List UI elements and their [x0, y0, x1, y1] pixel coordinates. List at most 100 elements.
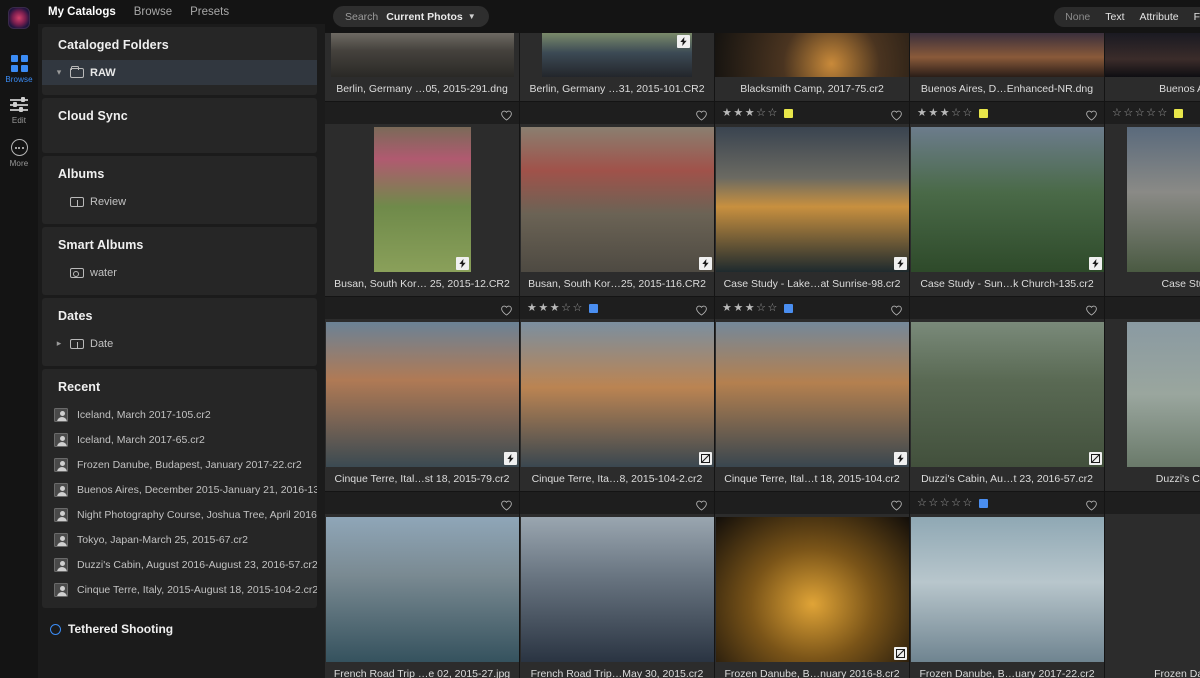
- tab-presets[interactable]: Presets: [190, 6, 229, 18]
- star-1[interactable]: ★: [722, 303, 732, 314]
- color-label-swatch[interactable]: [1174, 109, 1183, 118]
- star-1[interactable]: ★: [527, 303, 537, 314]
- star-2[interactable]: ☆: [1123, 108, 1133, 119]
- chevron-right-icon[interactable]: ▸: [54, 338, 64, 349]
- star-rating[interactable]: ★★★☆☆: [722, 303, 778, 314]
- star-4[interactable]: ☆: [756, 108, 766, 119]
- sidebar-item-water[interactable]: water: [42, 260, 317, 285]
- filter-faces[interactable]: Faces: [1194, 11, 1200, 23]
- recent-item[interactable]: Iceland, March 2017-65.cr2: [42, 427, 317, 452]
- star-rating[interactable]: ★★★☆☆: [722, 108, 778, 119]
- photo-thumbnail[interactable]: [910, 33, 1104, 77]
- photo-cell[interactable]: Berlin, Germany …31, 2015-101.CR2: [520, 33, 715, 124]
- photo-thumbnail[interactable]: [715, 319, 909, 467]
- photo-cell[interactable]: French Road Trip …e 02, 2015-27.jpg: [325, 514, 520, 678]
- recent-item[interactable]: Night Photography Course, Joshua Tree, A…: [42, 502, 317, 527]
- photo-cell[interactable]: Duzzi's Cabin, Au…: [1105, 319, 1200, 514]
- recent-item[interactable]: Iceland, March 2017-105.cr2: [42, 402, 317, 427]
- sidebar-item-date[interactable]: ▸ Date: [42, 331, 317, 356]
- color-label-swatch[interactable]: [784, 304, 793, 313]
- photo-thumbnail[interactable]: [325, 124, 519, 272]
- star-rating[interactable]: ★★★☆☆: [527, 303, 583, 314]
- star-1[interactable]: ☆: [917, 498, 927, 509]
- star-3[interactable]: ☆: [1135, 108, 1145, 119]
- color-label-swatch[interactable]: [589, 304, 598, 313]
- star-4[interactable]: ☆: [951, 498, 961, 509]
- favorite-heart-icon[interactable]: [891, 303, 902, 314]
- photo-cell[interactable]: Berlin, Germany …05, 2015-291.dng: [325, 33, 520, 124]
- photo-thumbnail[interactable]: [715, 124, 909, 272]
- sidebar-item-raw[interactable]: ▾ RAW: [42, 60, 317, 85]
- color-label-swatch[interactable]: [784, 109, 793, 118]
- chevron-down-icon[interactable]: ▾: [54, 67, 64, 78]
- favorite-heart-icon[interactable]: [501, 303, 512, 314]
- photo-thumbnail[interactable]: [715, 33, 909, 77]
- photo-cell[interactable]: Cinque Terre, Ita…8, 2015-104-2.cr2: [520, 319, 715, 514]
- photo-cell[interactable]: Busan, South Kor… 25, 2015-12.CR2: [325, 124, 520, 319]
- rail-item-edit[interactable]: Edit: [0, 98, 38, 125]
- photo-thumbnail[interactable]: [910, 319, 1104, 467]
- star-3[interactable]: ★: [745, 108, 755, 119]
- sidebar-item-review[interactable]: Review: [42, 189, 317, 214]
- photo-thumbnail[interactable]: [910, 124, 1104, 272]
- star-1[interactable]: ☆: [1112, 108, 1122, 119]
- star-5[interactable]: ☆: [768, 108, 778, 119]
- filter-none[interactable]: None: [1065, 11, 1090, 23]
- tab-browse[interactable]: Browse: [134, 6, 172, 18]
- star-4[interactable]: ☆: [756, 303, 766, 314]
- recent-item[interactable]: Frozen Danube, Budapest, January 2017-22…: [42, 452, 317, 477]
- star-5[interactable]: ☆: [1158, 108, 1168, 119]
- star-5[interactable]: ☆: [963, 108, 973, 119]
- favorite-heart-icon[interactable]: [1086, 498, 1097, 509]
- photo-thumbnail[interactable]: [520, 33, 714, 77]
- rail-item-more[interactable]: More: [0, 139, 38, 168]
- photo-cell[interactable]: Cinque Terre, Ital…t 18, 2015-104.cr2: [715, 319, 910, 514]
- photo-thumbnail[interactable]: [1105, 319, 1200, 467]
- star-5[interactable]: ☆: [573, 303, 583, 314]
- photo-cell[interactable]: Frozen Danube, B…: [1105, 514, 1200, 678]
- photo-thumbnail[interactable]: [325, 319, 519, 467]
- star-1[interactable]: ★: [722, 108, 732, 119]
- star-2[interactable]: ★: [733, 303, 743, 314]
- search-scope-value[interactable]: Current Photos: [386, 11, 462, 23]
- photo-cell[interactable]: Frozen Danube, B…nuary 2016-8.cr2: [715, 514, 910, 678]
- search-bar[interactable]: Search Current Photos ▼: [333, 6, 489, 27]
- recent-item[interactable]: Tokyo, Japan-March 25, 2015-67.cr2: [42, 527, 317, 552]
- photo-cell[interactable]: Case Study - V…: [1105, 124, 1200, 319]
- photo-cell[interactable]: Blacksmith Camp, 2017-75.cr2★★★☆☆: [715, 33, 910, 124]
- star-3[interactable]: ☆: [940, 498, 950, 509]
- photo-thumbnail[interactable]: [1105, 514, 1200, 662]
- star-rating[interactable]: ☆☆☆☆☆: [917, 498, 973, 509]
- filter-text[interactable]: Text: [1105, 11, 1124, 23]
- star-3[interactable]: ★: [550, 303, 560, 314]
- star-5[interactable]: ☆: [963, 498, 973, 509]
- recent-item[interactable]: Buenos Aires, December 2015-January 21, …: [42, 477, 317, 502]
- star-2[interactable]: ★: [538, 303, 548, 314]
- photo-thumbnail[interactable]: [1105, 124, 1200, 272]
- star-rating[interactable]: ☆☆☆☆☆: [1112, 108, 1168, 119]
- photo-thumbnail[interactable]: [325, 33, 519, 77]
- photo-cell[interactable]: Duzzi's Cabin, Au…t 23, 2016-57.cr2☆☆☆☆☆: [910, 319, 1105, 514]
- photo-thumbnail[interactable]: [325, 514, 519, 662]
- photo-cell[interactable]: Cinque Terre, Ital…st 18, 2015-79.cr2: [325, 319, 520, 514]
- recent-item[interactable]: Duzzi's Cabin, August 2016-August 23, 20…: [42, 552, 317, 577]
- photo-thumbnail[interactable]: [1105, 33, 1200, 77]
- favorite-heart-icon[interactable]: [891, 498, 902, 509]
- favorite-heart-icon[interactable]: [1086, 108, 1097, 119]
- star-4[interactable]: ☆: [951, 108, 961, 119]
- star-3[interactable]: ★: [940, 108, 950, 119]
- photo-thumbnail[interactable]: [520, 514, 714, 662]
- photo-thumbnail[interactable]: [520, 124, 714, 272]
- color-label-swatch[interactable]: [979, 109, 988, 118]
- favorite-heart-icon[interactable]: [1086, 303, 1097, 314]
- chevron-down-icon[interactable]: ▼: [468, 12, 476, 21]
- star-rating[interactable]: ★★★☆☆: [917, 108, 973, 119]
- star-3[interactable]: ★: [745, 303, 755, 314]
- rail-item-browse[interactable]: Browse: [0, 55, 38, 84]
- favorite-heart-icon[interactable]: [891, 108, 902, 119]
- star-2[interactable]: ★: [733, 108, 743, 119]
- tab-my-catalogs[interactable]: My Catalogs: [48, 6, 116, 18]
- photo-cell[interactable]: Buenos Aires, D…Enhanced-NR.dng★★★☆☆: [910, 33, 1105, 124]
- favorite-heart-icon[interactable]: [696, 108, 707, 119]
- favorite-heart-icon[interactable]: [501, 108, 512, 119]
